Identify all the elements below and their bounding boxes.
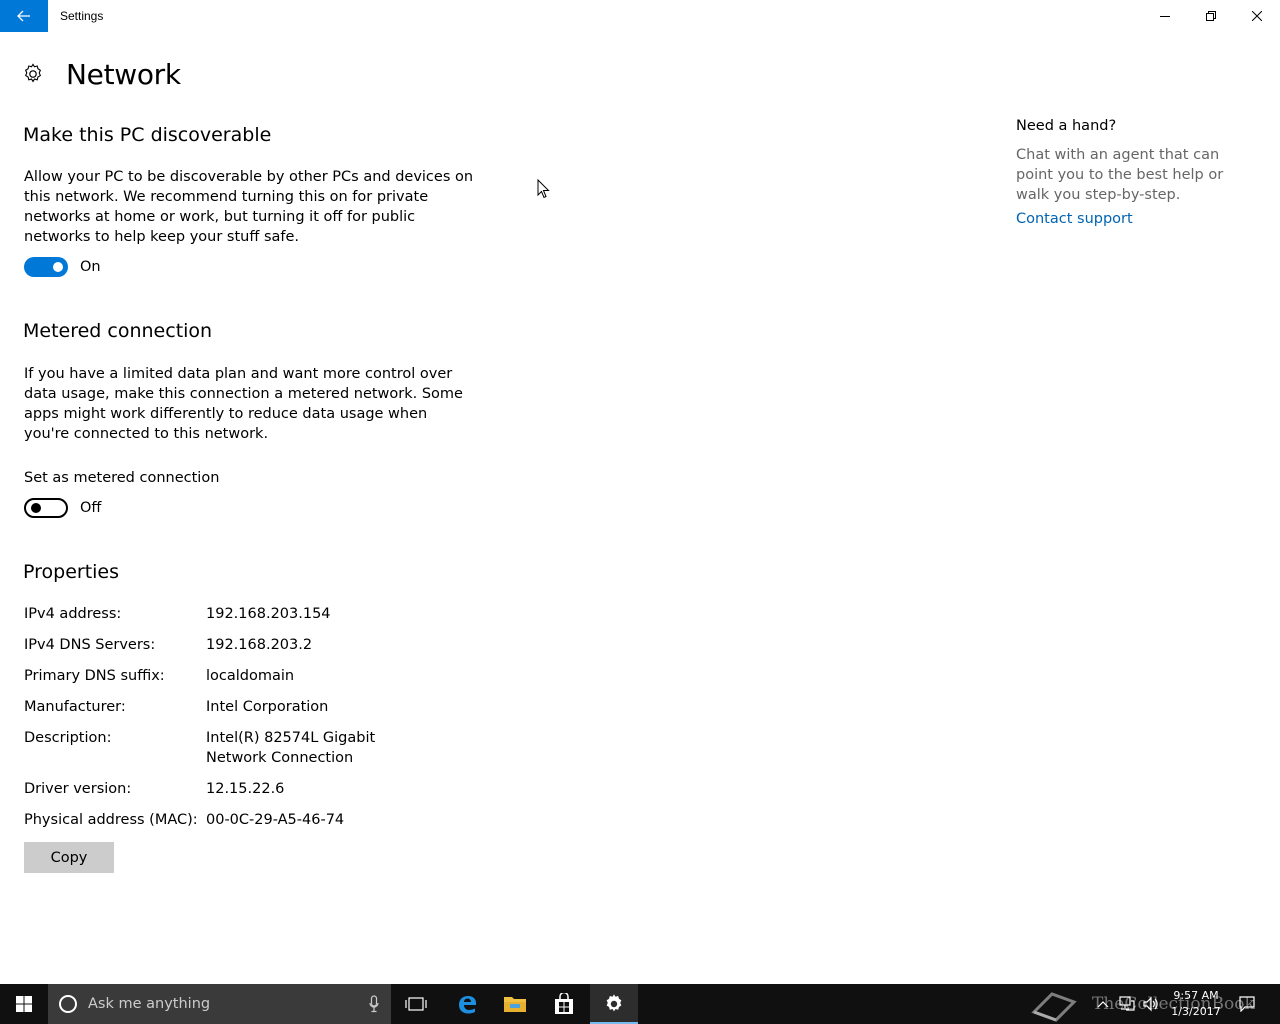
metered-description: If you have a limited data plan and want…	[24, 366, 463, 442]
contact-support-link[interactable]: Contact support	[1016, 211, 1133, 227]
discoverable-toggle[interactable]	[24, 257, 68, 277]
minimize-icon	[1160, 16, 1170, 17]
search-box[interactable]: Ask me anything	[48, 984, 391, 1024]
copy-button[interactable]: Copy	[24, 842, 114, 873]
property-value: 00-0C-29-A5-46-74	[206, 812, 345, 828]
task-view-icon	[405, 997, 427, 1011]
clock-time: 9:57 AM	[1173, 989, 1219, 1002]
property-key: Description:	[24, 730, 112, 746]
arrow-left-icon	[17, 10, 30, 22]
property-key: Driver version:	[24, 781, 132, 797]
settings-taskbar-button[interactable]	[590, 984, 638, 1024]
notification-icon	[1239, 996, 1255, 1012]
minimize-button[interactable]	[1142, 0, 1188, 32]
restore-icon	[1206, 11, 1216, 21]
metered-toggle-state: Off	[80, 500, 102, 516]
properties-section-title: Properties	[23, 561, 120, 583]
property-value: 192.168.203.2	[206, 637, 313, 653]
gear-icon	[24, 63, 42, 83]
edge-button[interactable]	[443, 984, 491, 1024]
store-button[interactable]	[540, 984, 588, 1024]
property-value: 192.168.203.154	[206, 606, 331, 622]
folder-icon	[504, 997, 526, 1012]
file-explorer-button[interactable]	[491, 984, 539, 1024]
property-key: Manufacturer:	[24, 699, 126, 715]
app-title: Settings	[60, 9, 104, 23]
edge-icon	[459, 996, 476, 1014]
title-bar: Settings	[0, 0, 1280, 32]
back-button[interactable]	[0, 0, 48, 32]
show-hidden-icons-button[interactable]	[1094, 984, 1112, 1024]
help-title: Need a hand?	[1016, 118, 1117, 134]
clock-date: 1/3/2017	[1171, 1005, 1221, 1018]
discoverable-toggle-state: On	[80, 259, 101, 275]
toggle-knob	[53, 262, 63, 272]
close-icon	[1252, 11, 1262, 21]
toggle-knob	[31, 503, 41, 513]
search-placeholder: Ask me anything	[88, 996, 211, 1012]
property-key: Physical address (MAC):	[24, 812, 198, 828]
property-value: 12.15.22.6	[206, 781, 285, 797]
property-value: localdomain	[206, 668, 295, 684]
speaker-icon	[1143, 996, 1158, 1012]
close-button[interactable]	[1234, 0, 1280, 32]
page-title: Network	[66, 57, 181, 91]
metered-toggle[interactable]	[24, 498, 68, 518]
taskbar: Ask me anything TheCollectionBook 9:57 A…	[0, 984, 1280, 1024]
task-view-button[interactable]	[392, 984, 440, 1024]
start-button[interactable]	[0, 984, 48, 1024]
property-value: Intel Corporation	[206, 699, 329, 715]
property-key: Primary DNS suffix:	[24, 668, 165, 684]
property-value: Intel(R) 82574L Gigabit Network Connecti…	[206, 730, 376, 766]
mouse-cursor-icon	[537, 179, 550, 199]
help-text: Chat with an agent that can point you to…	[1016, 147, 1224, 203]
microphone-icon[interactable]	[369, 995, 379, 1013]
metered-setting-label: Set as metered connection	[24, 470, 220, 486]
restore-button[interactable]	[1188, 0, 1234, 32]
clock[interactable]: 9:57 AM 1/3/2017	[1168, 988, 1224, 1020]
book-logo-icon	[1031, 992, 1077, 1022]
metered-section-title: Metered connection	[23, 320, 213, 342]
discoverable-description: Allow your PC to be discoverable by othe…	[24, 169, 474, 245]
property-key: IPv4 DNS Servers:	[24, 637, 156, 653]
cortana-icon	[59, 995, 77, 1013]
volume-tray-button[interactable]	[1140, 984, 1162, 1024]
network-icon	[1119, 996, 1135, 1011]
discoverable-section-title: Make this PC discoverable	[23, 124, 272, 146]
chevron-up-icon	[1097, 1001, 1109, 1008]
windows-logo-icon	[16, 996, 32, 1012]
gear-icon	[606, 994, 622, 1012]
page-header: Network	[22, 56, 181, 92]
store-bag-icon	[555, 993, 573, 1014]
action-center-button[interactable]	[1234, 984, 1260, 1024]
network-tray-button[interactable]	[1116, 984, 1138, 1024]
property-key: IPv4 address:	[24, 606, 122, 622]
